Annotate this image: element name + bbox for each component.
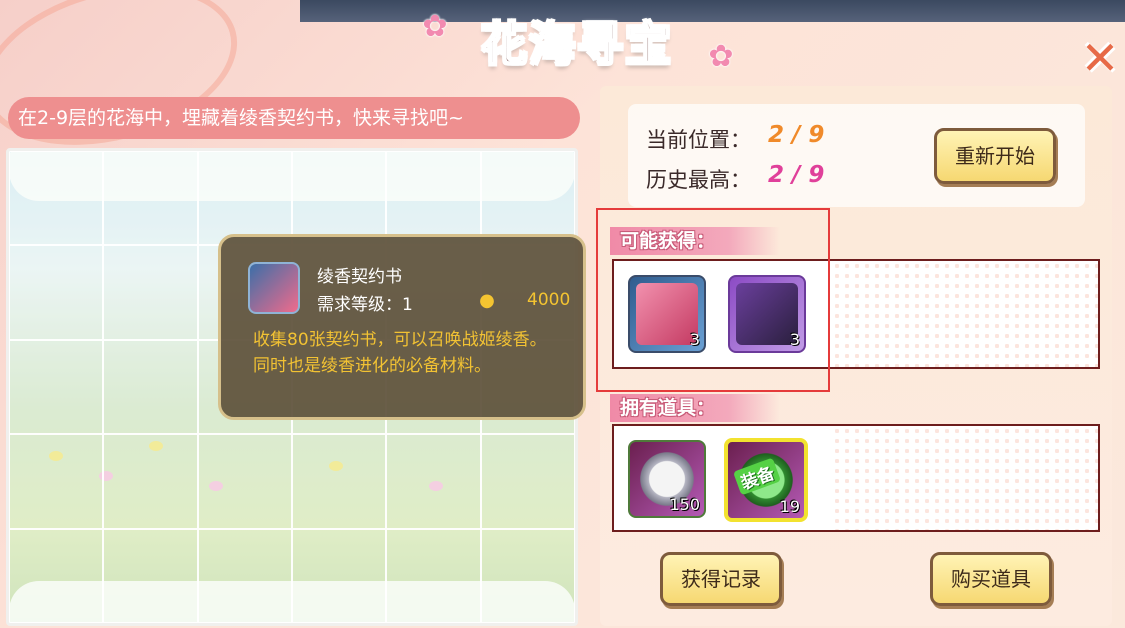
grid-cell[interactable] — [386, 151, 481, 246]
owned-items-title: 拥有道具： — [610, 394, 780, 422]
item-count: 19 — [779, 497, 800, 516]
best-position-value: 2 / 9 — [768, 162, 825, 188]
page-title: 花海寻宝 — [480, 16, 673, 72]
grid-cell[interactable] — [197, 528, 292, 623]
tooltip-item-name: 绫香契约书 — [317, 267, 402, 287]
grid-cell[interactable] — [197, 151, 292, 246]
grid-cell[interactable] — [480, 151, 575, 246]
grid-cell[interactable] — [292, 528, 387, 623]
restart-button[interactable]: 重新开始 — [934, 128, 1056, 184]
item-count: 150 — [669, 495, 700, 514]
grid-cell[interactable] — [197, 434, 292, 529]
history-button[interactable]: 获得记录 — [660, 552, 782, 606]
flower-icon: ✿ — [708, 39, 734, 74]
title-banner: 花海寻宝 — [418, 2, 736, 80]
grid-cell[interactable] — [9, 339, 104, 435]
grid-cell[interactable] — [9, 151, 104, 246]
flower-icon: ✿ — [422, 9, 448, 44]
tooltip-gold-cost: 4000 — [527, 290, 571, 310]
ayaka-contract-icon — [248, 262, 300, 314]
grid-cell[interactable] — [480, 528, 575, 623]
grid-cell[interactable] — [292, 434, 387, 529]
item-tooltip: 绫香契约书 需求等级：1 ● 4000 收集80张契约书，可以召唤战姬绫香。同时… — [218, 234, 586, 420]
grid-cell[interactable] — [386, 434, 481, 529]
tooltip-description: 收集80张契约书，可以召唤战姬绫香。同时也是绫香进化的必备材料。 — [253, 330, 547, 376]
grid-cell[interactable] — [9, 528, 104, 623]
buy-items-button[interactable]: 购买道具 — [930, 552, 1052, 606]
tooltip-level-requirement: 需求等级：1 — [317, 295, 413, 315]
best-position-label: 历史最高： — [646, 168, 751, 192]
equip-magnifier-icon[interactable]: 装备 19 — [724, 438, 808, 522]
grid-cell[interactable] — [103, 339, 198, 435]
grid-cell[interactable] — [103, 528, 198, 623]
grid-cell[interactable] — [386, 528, 481, 623]
grid-cell[interactable] — [9, 434, 104, 529]
grid-cell[interactable] — [103, 245, 198, 340]
hint-banner: 在2-9层的花海中，埋藏着绫香契约书，快来寻找吧~ — [8, 97, 580, 139]
owned-items-box: 150 装备 19 — [612, 424, 1100, 532]
grid-cell[interactable] — [103, 151, 198, 246]
grid-cell[interactable] — [480, 434, 575, 529]
grid-cell[interactable] — [9, 245, 104, 340]
current-position-label: 当前位置： — [646, 128, 751, 152]
current-position-value: 2 / 9 — [768, 122, 825, 148]
box-pattern — [831, 261, 1098, 367]
highlight-frame — [596, 208, 830, 392]
background-decoration — [0, 0, 255, 172]
box-pattern — [831, 426, 1098, 530]
close-button[interactable]: ✕ — [1078, 35, 1122, 81]
grid-cell[interactable] — [292, 151, 387, 246]
gold-coin-icon: ● — [479, 290, 495, 311]
compass-icon[interactable]: 150 — [628, 440, 706, 518]
grid-cell[interactable] — [103, 434, 198, 529]
